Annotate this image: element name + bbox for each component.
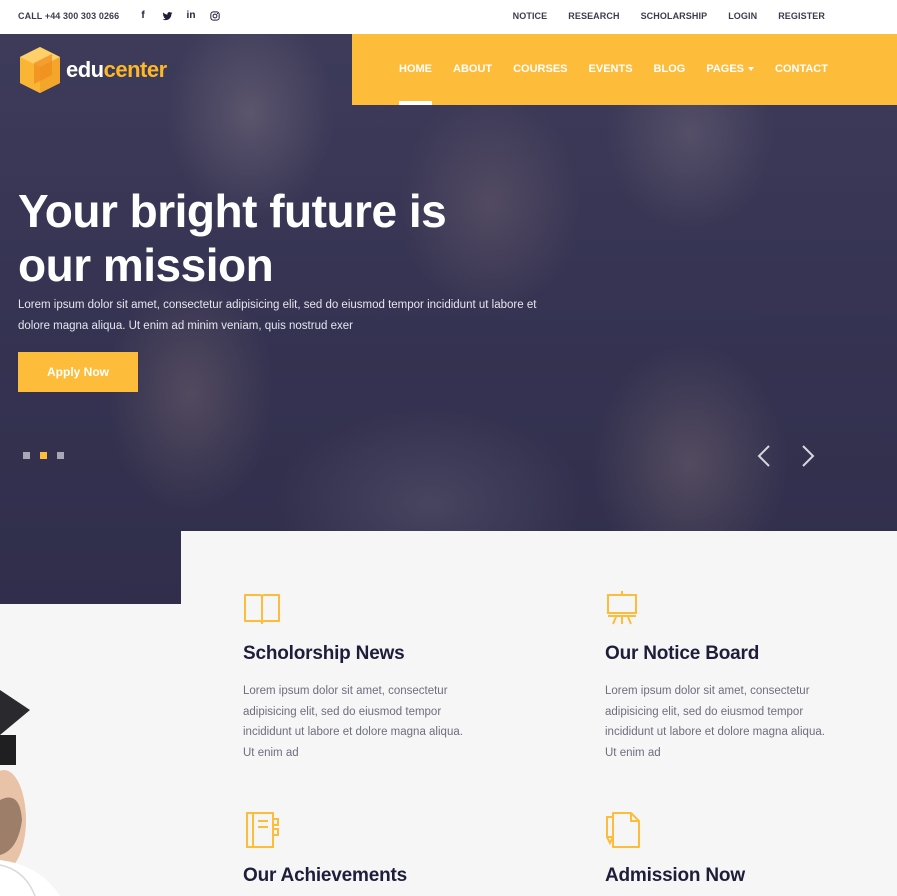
- notebook-icon: [246, 812, 279, 848]
- phone-number: +44 300 303 0266: [44, 11, 120, 21]
- feature-title[interactable]: Our Achievements: [243, 865, 407, 887]
- top-link-scholarship[interactable]: SCHOLARSHIP: [641, 11, 708, 21]
- slider-dot-3[interactable]: [57, 452, 64, 459]
- logo-wordmark: educenter: [66, 57, 167, 83]
- easel-board-icon: [607, 591, 637, 625]
- site-logo[interactable]: educenter: [18, 45, 167, 95]
- slider-dots: [23, 452, 64, 459]
- hero-title-line1: Your bright future is: [18, 185, 447, 237]
- caret-down-icon: [748, 67, 755, 72]
- feature-admission: Admission Now: [605, 811, 745, 886]
- left-decoration: [0, 604, 181, 896]
- social-links: f in: [137, 9, 221, 23]
- contact-phone[interactable]: CALL +44 300 303 0266: [18, 11, 119, 21]
- nav-item-contact[interactable]: CONTACT: [775, 63, 828, 75]
- hero-title-line2: our mission: [18, 239, 274, 291]
- nav-item-home[interactable]: HOME: [399, 63, 432, 75]
- feature-notice-board: Our Notice Board Lorem ipsum dolor sit a…: [605, 589, 825, 759]
- chevron-right-icon: [802, 445, 815, 467]
- nav-item-events[interactable]: EVENTS: [589, 63, 633, 75]
- hero-description: Lorem ipsum dolor sit amet, consectetur …: [18, 299, 537, 332]
- book-icon: [244, 594, 280, 624]
- feature-title[interactable]: Our Notice Board: [605, 643, 759, 665]
- feature-achievements: Our Achievements: [243, 811, 407, 886]
- logo-word-center: center: [103, 57, 168, 82]
- slider-dot-1[interactable]: [23, 452, 30, 459]
- chevron-left-icon: [757, 445, 770, 467]
- top-link-register[interactable]: REGISTER: [778, 11, 825, 21]
- nav-item-pages[interactable]: PAGES: [706, 63, 755, 75]
- nav-item-blog[interactable]: BLOG: [654, 63, 686, 75]
- top-links: NOTICE RESEARCH SCHOLARSHIP LOGIN REGIST…: [513, 11, 825, 21]
- top-link-research[interactable]: RESEARCH: [568, 11, 619, 21]
- hero-title: Your bright future is our mission: [18, 184, 538, 292]
- feature-description: Lorem ipsum dolor sit amet, consectetur …: [243, 685, 463, 759]
- top-link-notice[interactable]: NOTICE: [513, 11, 548, 21]
- hero-slider: Your bright future is our mission Lorem …: [0, 34, 897, 604]
- twitter-icon[interactable]: [161, 9, 173, 23]
- instagram-icon[interactable]: [209, 9, 221, 23]
- graduate-student-image: [0, 690, 60, 896]
- feature-title[interactable]: Scholorship News: [243, 643, 405, 665]
- nav-item-about[interactable]: ABOUT: [453, 63, 492, 75]
- slider-prev-button[interactable]: [756, 444, 772, 468]
- top-link-login[interactable]: LOGIN: [728, 11, 757, 21]
- feature-scholarship-news: Scholorship News Lorem ipsum dolor sit a…: [243, 589, 463, 759]
- slider-dot-2[interactable]: [40, 452, 47, 459]
- main-navigation: HOME ABOUT COURSES EVENTS BLOG PAGES CON…: [352, 34, 897, 105]
- features-section: Scholorship News Lorem ipsum dolor sit a…: [181, 531, 897, 896]
- document-pen-icon: [606, 812, 640, 848]
- nav-item-pages-label: PAGES: [706, 63, 745, 75]
- nav-active-indicator: [399, 101, 432, 105]
- apply-now-button[interactable]: Apply Now: [18, 352, 138, 392]
- logo-word-edu: edu: [66, 57, 104, 82]
- nav-item-courses[interactable]: COURSES: [513, 63, 567, 75]
- linkedin-icon[interactable]: in: [185, 9, 197, 23]
- cube-logo-icon: [20, 47, 60, 93]
- slider-next-button[interactable]: [800, 444, 816, 468]
- call-label: CALL: [18, 11, 43, 21]
- feature-description: Lorem ipsum dolor sit amet, consectetur …: [605, 685, 825, 759]
- facebook-icon[interactable]: f: [137, 9, 149, 23]
- feature-title[interactable]: Admission Now: [605, 865, 745, 887]
- page: Your bright future is our mission Lorem …: [0, 0, 897, 896]
- top-bar: CALL +44 300 303 0266 f in NOTICE RESEAR…: [0, 0, 897, 34]
